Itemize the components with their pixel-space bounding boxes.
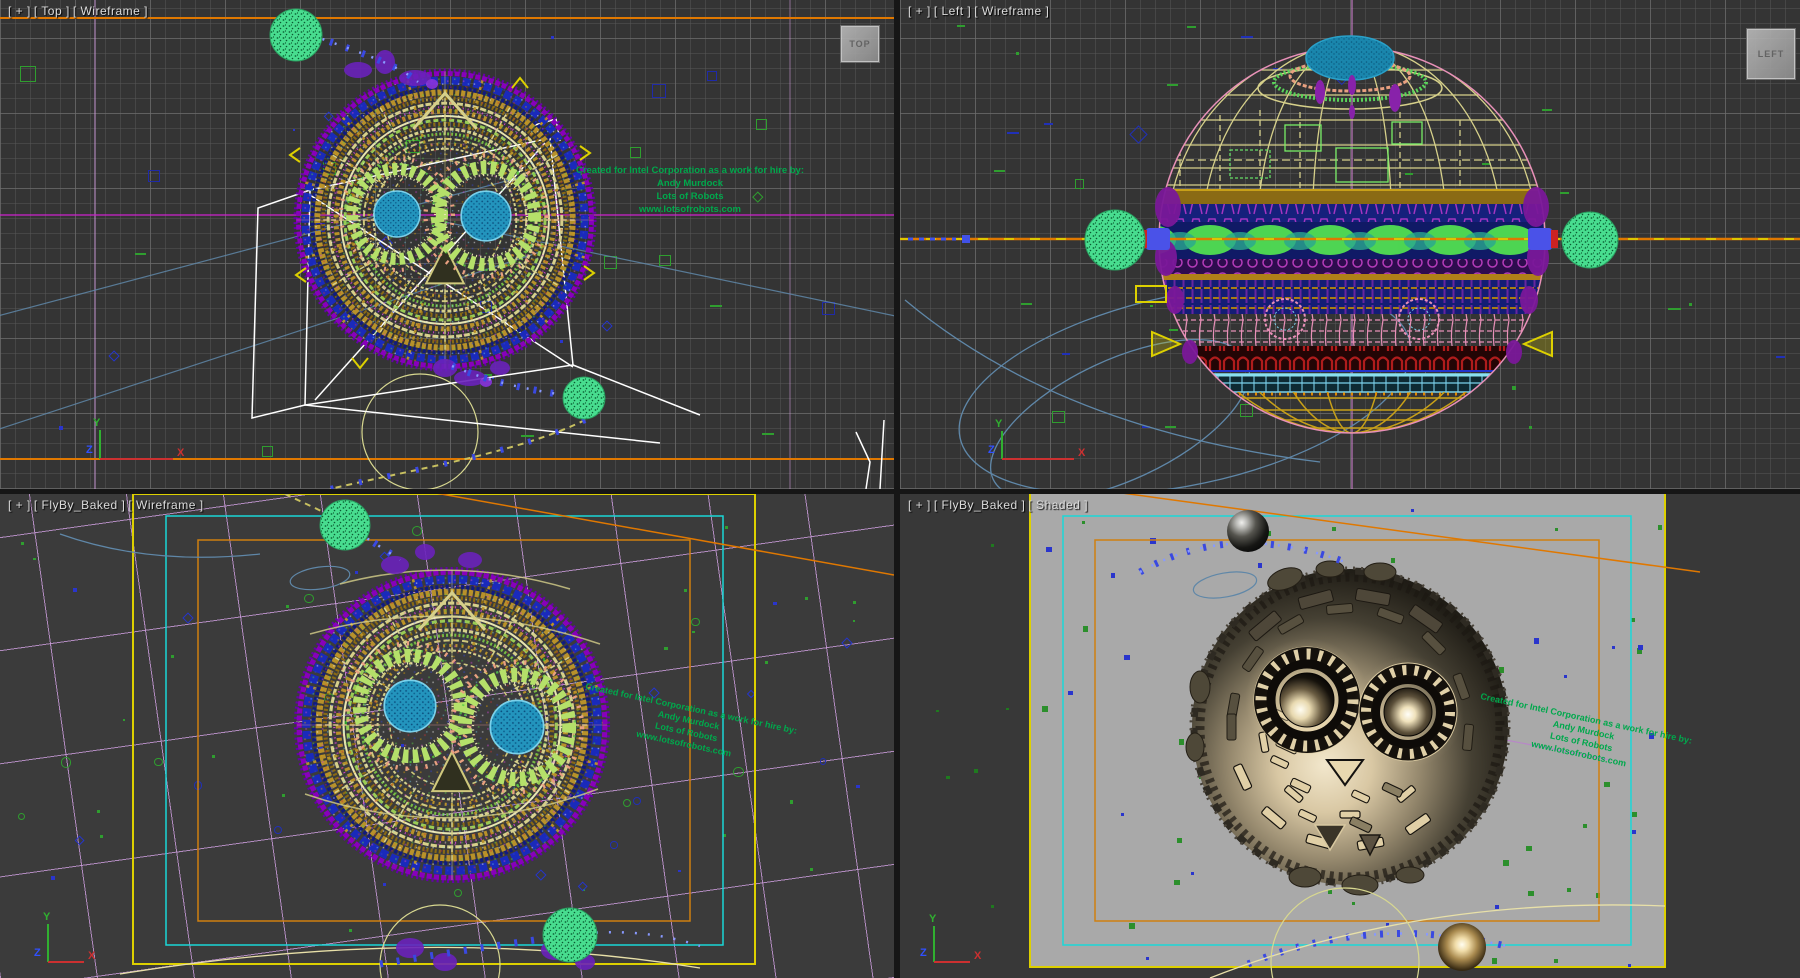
viewport-menu-pov[interactable]: [ Left ] [934,4,971,18]
viewport-left-scene: Y X Z [900,0,1800,489]
axis-gizmo: Y X Z [920,913,982,962]
viewport-menu-pov[interactable]: [ FlyBy_Baked ] [934,498,1026,512]
svg-text:Y: Y [929,913,937,925]
viewport-menu-general[interactable]: [ + ] [908,4,931,18]
axis-gizmo: Y X Z [34,911,96,962]
viewport-top-scene: Y X Z [0,0,894,489]
selection-rect [1136,286,1166,302]
viewport-menu-pov[interactable]: [ FlyBy_Baked ] [34,498,126,512]
axis-y-label: Y [93,417,101,429]
viewport-menu-shading[interactable]: [ Wireframe ] [974,4,1049,18]
svg-text:Y: Y [995,418,1003,430]
axis-gizmo: Y X Z [988,418,1086,459]
moon-sphere-top[interactable] [270,9,322,61]
moon-sphere-top[interactable] [320,500,370,550]
planet-shaded[interactable] [1186,561,1509,895]
viewport-flyby-shaded-label: [ + ][ FlyBy_Baked ][ Shaded ] [908,498,1091,512]
moon-sphere-left[interactable] [1085,210,1145,270]
viewport-menu-general[interactable]: [ + ] [908,498,931,512]
planet-wireframe-flyby[interactable] [296,569,608,881]
orbit-circle [362,374,478,489]
viewport-menu-shading[interactable]: [ Wireframe ] [128,498,203,512]
viewport-menu-shading[interactable]: [ Wireframe ] [73,4,148,18]
moon-sphere-top-shaded[interactable] [1227,510,1269,552]
svg-text:Z: Z [920,947,927,959]
viewcube-left[interactable]: LEFT [1747,29,1795,79]
viewport-flyby-wire-label: [ + ][ FlyBy_Baked ][ Wireframe ] [8,498,207,512]
planet-left-eye[interactable] [1245,638,1369,762]
viewport-menu-general[interactable]: [ + ] [8,4,31,18]
viewcube-top[interactable]: TOP [841,26,879,62]
svg-text:X: X [1078,447,1086,459]
svg-text:Y: Y [43,911,51,923]
viewport-menu-pov[interactable]: [ Top ] [34,4,70,18]
moon-sphere-bottom-shaded[interactable] [1438,923,1486,971]
viewport-menu-general[interactable]: [ + ] [8,498,31,512]
scene-watermark: Created for Intel Corporation as a work … [575,164,805,216]
svg-text:X: X [88,950,96,962]
viewport-top[interactable]: Y X Z [ + ][ Top ][ Wireframe ] TOP Crea… [0,0,894,489]
moon-sphere-bottom[interactable] [563,377,605,419]
viewport-left[interactable]: Y X Z [ + ][ Left ][ Wireframe ] LEFT [900,0,1800,489]
quad-viewport-layout: Y X Z [ + ][ Top ][ Wireframe ] TOP Crea… [0,0,1800,978]
axis-x-label: X [177,447,185,459]
planet-wireframe-top[interactable] [296,71,595,370]
viewport-flyby-wireframe[interactable]: Y X Z [ + ][ FlyBy_Baked ][ Wireframe ] … [0,494,894,978]
planet-right-eye[interactable] [1352,656,1464,768]
svg-text:X: X [974,950,982,962]
axis-gizmo: Y X Z [86,417,185,459]
svg-text:Z: Z [988,444,995,456]
svg-text:Z: Z [34,947,41,959]
planet-wireframe-left[interactable] [1124,36,1550,436]
axis-z-label: Z [86,444,93,456]
viewport-flyby-shaded[interactable]: Y X Z [ + ][ FlyBy_Baked ][ Shaded ] Cre… [900,494,1800,978]
moon-sphere-right[interactable] [1562,212,1618,268]
viewport-top-label: [ + ][ Top ][ Wireframe ] [8,4,151,18]
moon-sphere-bottom[interactable] [543,908,597,962]
viewport-left-label: [ + ][ Left ][ Wireframe ] [908,4,1052,18]
viewport-menu-shading[interactable]: [ Shaded ] [1028,498,1088,512]
